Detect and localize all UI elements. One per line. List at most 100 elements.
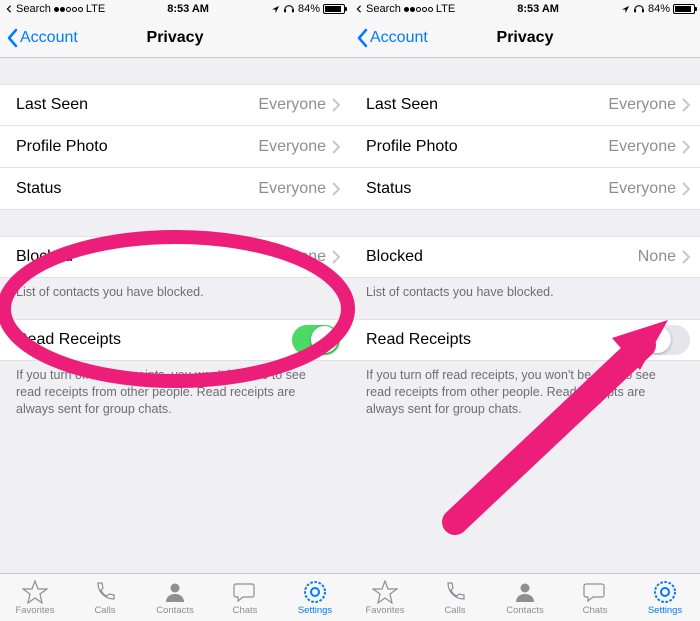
- chevron-right-icon: [682, 250, 690, 264]
- contact-icon: [163, 580, 187, 604]
- star-icon: [22, 580, 48, 604]
- read-receipts-toggle[interactable]: [292, 325, 340, 355]
- read-receipts-section: Read Receipts: [0, 319, 350, 361]
- contact-icon: [513, 580, 537, 604]
- nav-back-button[interactable]: Account: [6, 28, 78, 48]
- tab-label: Favorites: [15, 605, 54, 616]
- chevron-right-icon: [332, 182, 340, 196]
- row-label: Blocked: [16, 248, 288, 266]
- row-value: Everyone: [608, 180, 676, 198]
- row-label: Profile Photo: [366, 138, 608, 156]
- headphones-icon: [633, 4, 645, 14]
- row-status[interactable]: Status Everyone: [0, 168, 350, 210]
- tab-favorites[interactable]: Favorites: [0, 574, 70, 621]
- gear-icon: [303, 580, 327, 604]
- row-value: None: [288, 248, 326, 266]
- tab-label: Calls: [444, 605, 465, 616]
- chevron-right-icon: [332, 250, 340, 264]
- row-status[interactable]: Status Everyone: [350, 168, 700, 210]
- row-blocked[interactable]: Blocked None: [350, 236, 700, 278]
- chevron-right-icon: [332, 140, 340, 154]
- row-blocked[interactable]: Blocked None: [0, 236, 350, 278]
- phone-screen-right: Search LTE 8:53 AM 84% Account Privacy L…: [350, 0, 700, 621]
- location-icon: [621, 5, 630, 14]
- tab-contacts[interactable]: Contacts: [490, 574, 560, 621]
- nav-back-button[interactable]: Account: [356, 28, 428, 48]
- row-label: Status: [366, 180, 608, 198]
- battery-percent: 84%: [298, 3, 320, 15]
- nav-bar: Account Privacy: [0, 18, 350, 58]
- star-icon: [372, 580, 398, 604]
- tab-settings[interactable]: Settings: [630, 574, 700, 621]
- tab-label: Contacts: [156, 605, 194, 616]
- row-label: Last Seen: [16, 96, 258, 114]
- back-to-app-chevron-icon: [5, 5, 13, 13]
- row-label: Last Seen: [366, 96, 608, 114]
- read-receipts-section: Read Receipts: [350, 319, 700, 361]
- tab-label: Calls: [94, 605, 115, 616]
- status-time: 8:53 AM: [167, 3, 209, 15]
- read-receipts-toggle[interactable]: [642, 325, 690, 355]
- battery-icon: [673, 4, 695, 14]
- headphones-icon: [283, 4, 295, 14]
- chevron-right-icon: [682, 140, 690, 154]
- row-value: Everyone: [608, 138, 676, 156]
- battery-percent: 84%: [648, 3, 670, 15]
- tab-label: Settings: [298, 605, 332, 616]
- tab-contacts[interactable]: Contacts: [140, 574, 210, 621]
- row-label: Read Receipts: [16, 331, 292, 349]
- back-to-app-label[interactable]: Search: [366, 3, 401, 15]
- tab-chats[interactable]: Chats: [560, 574, 630, 621]
- tab-label: Chats: [233, 605, 258, 616]
- status-time: 8:53 AM: [517, 3, 559, 15]
- status-bar: Search LTE 8:53 AM 84%: [0, 0, 350, 18]
- tab-calls[interactable]: Calls: [70, 574, 140, 621]
- read-receipts-footer: If you turn off read receipts, you won't…: [0, 361, 350, 418]
- row-value: Everyone: [258, 96, 326, 114]
- tab-calls[interactable]: Calls: [420, 574, 490, 621]
- location-icon: [271, 5, 280, 14]
- chevron-left-icon: [6, 28, 18, 48]
- privacy-section: Last Seen Everyone Profile Photo Everyon…: [350, 84, 700, 210]
- row-read-receipts: Read Receipts: [0, 319, 350, 361]
- row-profile-photo[interactable]: Profile Photo Everyone: [350, 126, 700, 168]
- carrier-label: LTE: [436, 3, 455, 15]
- blocked-footer: List of contacts you have blocked.: [0, 278, 350, 301]
- privacy-section: Last Seen Everyone Profile Photo Everyon…: [0, 84, 350, 210]
- tab-chats[interactable]: Chats: [210, 574, 280, 621]
- nav-back-label: Account: [370, 29, 428, 47]
- chevron-right-icon: [682, 182, 690, 196]
- phone-screen-left: Search LTE 8:53 AM 84% Account Privacy L…: [0, 0, 350, 621]
- row-value: None: [638, 248, 676, 266]
- row-value: Everyone: [258, 180, 326, 198]
- tab-bar: Favorites Calls Contacts Chats Settings: [0, 573, 350, 621]
- row-last-seen[interactable]: Last Seen Everyone: [0, 84, 350, 126]
- chat-icon: [582, 580, 608, 604]
- blocked-section: Blocked None: [350, 236, 700, 278]
- blocked-footer: List of contacts you have blocked.: [350, 278, 700, 301]
- back-to-app-chevron-icon: [355, 5, 363, 13]
- read-receipts-footer: If you turn off read receipts, you won't…: [350, 361, 700, 418]
- blocked-section: Blocked None: [0, 236, 350, 278]
- chevron-left-icon: [356, 28, 368, 48]
- row-value: Everyone: [608, 96, 676, 114]
- tab-label: Contacts: [506, 605, 544, 616]
- row-value: Everyone: [258, 138, 326, 156]
- nav-bar: Account Privacy: [350, 18, 700, 58]
- tab-settings[interactable]: Settings: [280, 574, 350, 621]
- battery-icon: [323, 4, 345, 14]
- tab-favorites[interactable]: Favorites: [350, 574, 420, 621]
- row-last-seen[interactable]: Last Seen Everyone: [350, 84, 700, 126]
- chevron-right-icon: [332, 98, 340, 112]
- row-profile-photo[interactable]: Profile Photo Everyone: [0, 126, 350, 168]
- gear-icon: [653, 580, 677, 604]
- row-label: Status: [16, 180, 258, 198]
- back-to-app-label[interactable]: Search: [16, 3, 51, 15]
- row-read-receipts: Read Receipts: [350, 319, 700, 361]
- tab-bar: Favorites Calls Contacts Chats Settings: [350, 573, 700, 621]
- tab-label: Chats: [583, 605, 608, 616]
- nav-title: Privacy: [497, 29, 554, 47]
- chat-icon: [232, 580, 258, 604]
- signal-strength-icon: [404, 7, 433, 12]
- row-label: Profile Photo: [16, 138, 258, 156]
